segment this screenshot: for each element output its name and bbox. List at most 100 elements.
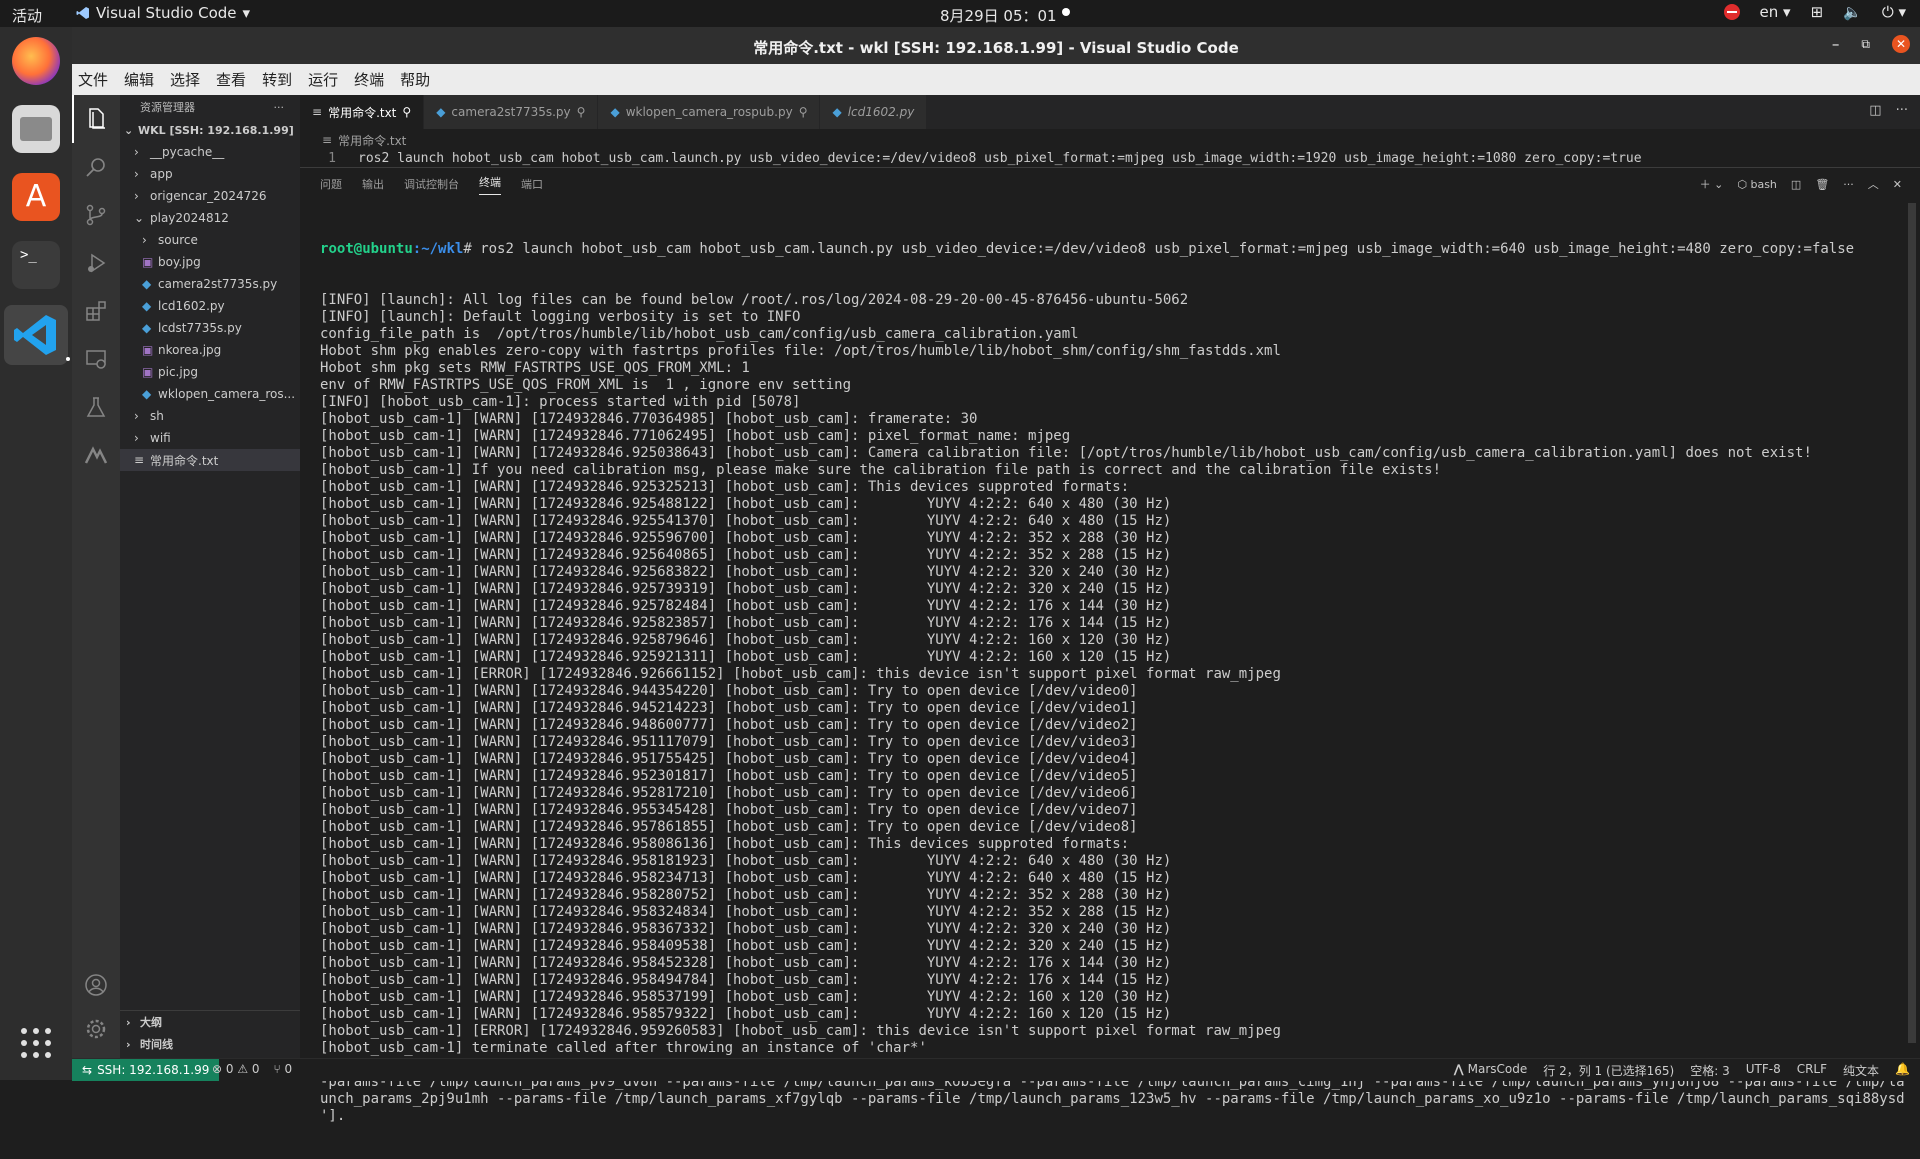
files-icon[interactable] <box>12 105 60 153</box>
split-editor-icon[interactable]: ◫ <box>1869 103 1881 118</box>
pin-icon[interactable]: ⚲ <box>402 105 411 119</box>
terminal-line: [hobot_usb_cam-1] [ERROR] [1724932846.95… <box>320 1023 1910 1040</box>
tree-item[interactable]: ⌄play2024812 <box>120 207 300 229</box>
terminal-shell-label[interactable]: ⬡ bash <box>1737 178 1777 191</box>
end-of-line[interactable]: CRLF <box>1797 1062 1827 1079</box>
new-terminal-icon[interactable]: ＋ ⌄ <box>1700 176 1724 192</box>
accounts-icon[interactable] <box>84 973 108 997</box>
editor-tab[interactable]: ≡常用命令.txt⚲ <box>300 95 424 129</box>
tree-item[interactable]: ▣boy.jpg <box>120 251 300 273</box>
tree-item[interactable]: ▣pic.jpg <box>120 361 300 383</box>
source-control-icon[interactable] <box>84 203 108 227</box>
split-terminal-icon[interactable]: ◫ <box>1791 178 1801 191</box>
terminal-scrollbar[interactable] <box>1908 203 1916 1043</box>
menu-view[interactable]: 查看 <box>216 69 246 90</box>
tree-item[interactable]: ◆lcd1602.py <box>120 295 300 317</box>
close-panel-icon[interactable]: ✕ <box>1893 178 1902 191</box>
workspace-root[interactable]: ⌄ WKL [SSH: 192.168.1.99] <box>120 119 300 141</box>
menu-selection[interactable]: 选择 <box>170 69 200 90</box>
do-not-disturb-icon[interactable] <box>1724 4 1740 20</box>
language-mode[interactable]: 纯文本 <box>1843 1062 1879 1079</box>
maximize-panel-icon[interactable]: ︿ <box>1868 176 1879 192</box>
indentation[interactable]: 空格: 3 <box>1690 1062 1730 1079</box>
restore-icon[interactable]: ⧉ <box>1861 37 1870 52</box>
breadcrumb[interactable]: ≡ 常用命令.txt <box>300 129 1920 151</box>
vscode-dock-icon[interactable] <box>12 311 60 359</box>
more-actions-icon[interactable]: ··· <box>274 101 285 114</box>
tree-item[interactable]: ◆camera2st7735s.py <box>120 273 300 295</box>
tree-item[interactable]: ›app <box>120 163 300 185</box>
terminal-line: [hobot_usb_cam-1] [WARN] [1724932846.951… <box>320 734 1910 751</box>
tree-item[interactable]: ›__pycache__ <box>120 141 300 163</box>
editor-tab[interactable]: ◆wklopen_camera_rospub.py⚲ <box>598 95 820 129</box>
tree-item[interactable]: ›wifi <box>120 427 300 449</box>
show-apps-icon[interactable] <box>12 1019 60 1067</box>
minimize-icon[interactable]: – <box>1832 35 1840 53</box>
terminal-output[interactable]: ● root@ubuntu:~/wkl# ros2 launch hobot_u… <box>320 207 1910 1159</box>
panel-tab[interactable]: 输出 <box>362 176 384 192</box>
python-file-icon: ◆ <box>832 105 841 119</box>
prompt-command: # ros2 launch hobot_usb_cam hobot_usb_ca… <box>463 241 1854 257</box>
terminal-line: config_file_path is /opt/tros/humble/lib… <box>320 326 1910 343</box>
editor-tab[interactable]: ◆camera2st7735s.py⚲ <box>424 95 598 129</box>
close-icon[interactable]: ✕ <box>1892 35 1910 53</box>
testing-icon[interactable] <box>84 395 108 419</box>
panel-tab[interactable]: 端口 <box>521 176 543 192</box>
editor-tab[interactable]: ◆ lcd1602.py <box>820 95 927 129</box>
pin-icon[interactable]: ⚲ <box>577 105 586 119</box>
menu-help[interactable]: 帮助 <box>400 69 430 90</box>
window-title-bar[interactable]: 常用命令.txt - wkl [SSH: 192.168.1.99] - Vis… <box>72 27 1920 64</box>
editor-more-icon[interactable]: ··· <box>1896 103 1908 118</box>
tree-item[interactable]: ›source <box>120 229 300 251</box>
marscode-status[interactable]: ⋀ MarsCode <box>1454 1062 1528 1079</box>
panel-tab[interactable]: 调试控制台 <box>404 176 459 192</box>
explorer-icon[interactable] <box>84 107 108 131</box>
tree-item-label: app <box>150 167 173 181</box>
volume-icon[interactable]: 🔈 <box>1843 3 1862 21</box>
pin-icon[interactable]: ⚲ <box>799 105 808 119</box>
trash-icon[interactable]: 🗑 <box>1815 178 1829 191</box>
search-icon[interactable] <box>84 155 108 179</box>
panel-tab[interactable]: 问题 <box>320 176 342 192</box>
tree-item[interactable]: ›origencar_2024726 <box>120 185 300 207</box>
firefox-icon[interactable] <box>12 37 60 85</box>
panel-more-icon[interactable]: ··· <box>1843 178 1854 191</box>
editor-tab-label: lcd1602.py <box>848 105 915 119</box>
menu-run[interactable]: 运行 <box>308 69 338 90</box>
tree-item[interactable]: ▣nkorea.jpg <box>120 339 300 361</box>
remote-explorer-icon[interactable] <box>84 347 108 371</box>
tree-item[interactable]: ◆wklopen_camera_ros... <box>120 383 300 405</box>
activities-button[interactable]: 活动 <box>12 5 42 26</box>
ports-indicator[interactable]: ⑂ 0 <box>274 1062 293 1076</box>
terminal-icon[interactable]: >_ <box>12 241 60 289</box>
app-menu[interactable]: Visual Studio Code ▾ <box>76 4 250 22</box>
panel-tab[interactable]: 终端 <box>479 174 501 195</box>
power-icon[interactable]: ⏻ ▾ <box>1882 3 1906 21</box>
outline-section[interactable]: ›大纲 <box>120 1011 300 1033</box>
network-icon[interactable]: ⊞ <box>1811 3 1824 21</box>
tree-item[interactable]: ≡常用命令.txt <box>120 449 300 471</box>
menu-file[interactable]: 文件 <box>78 69 108 90</box>
app-center-icon[interactable]: A <box>12 173 60 221</box>
settings-gear-icon[interactable] <box>84 1017 108 1041</box>
menu-edit[interactable]: 编辑 <box>124 69 154 90</box>
language-selector[interactable]: en ▾ <box>1760 3 1791 21</box>
tree-item[interactable]: ◆lcdst7735s.py <box>120 317 300 339</box>
terminal-line: [hobot_usb_cam-1] [WARN] [1724932846.925… <box>320 445 1910 462</box>
clock[interactable]: 8月29日 05：01 <box>940 5 1057 26</box>
tree-item[interactable]: ›sh <box>120 405 300 427</box>
activity-bar <box>72 95 120 1058</box>
marscode-icon[interactable] <box>84 443 108 467</box>
cursor-position[interactable]: 行 2，列 1 (已选择165) <box>1543 1062 1674 1079</box>
menu-terminal[interactable]: 终端 <box>354 69 384 90</box>
run-debug-icon[interactable] <box>84 251 108 275</box>
notifications-bell-icon[interactable]: 🔔 <box>1895 1062 1910 1079</box>
panel-tabs: 问题 输出 调试控制台 终端 端口 <box>300 168 1920 200</box>
timeline-section[interactable]: ›时间线 <box>120 1033 300 1055</box>
extensions-icon[interactable] <box>84 299 108 323</box>
menu-go[interactable]: 转到 <box>262 69 292 90</box>
problems-indicator[interactable]: ⊗ 0 ⚠ 0 <box>212 1062 260 1076</box>
shell-name: bash <box>1750 178 1776 191</box>
remote-indicator[interactable]: ⇆ SSH: 192.168.1.99 <box>72 1059 219 1081</box>
encoding[interactable]: UTF-8 <box>1746 1062 1781 1079</box>
